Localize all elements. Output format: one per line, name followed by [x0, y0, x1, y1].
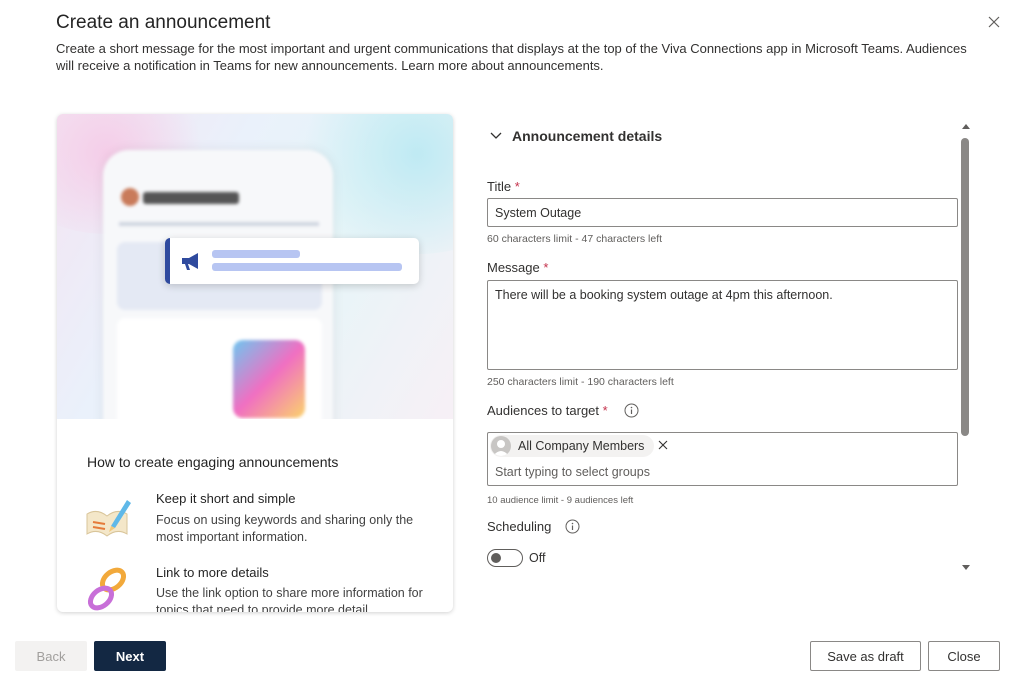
- audiences-label: Audiences to target *: [487, 403, 608, 418]
- tip-title: Keep it short and simple: [156, 491, 296, 506]
- pencil-notepad-icon: [86, 500, 131, 537]
- title-label: Title *: [487, 179, 520, 194]
- learn-more-link[interactable]: Learn more about announcements.: [401, 58, 603, 73]
- group-avatar-icon: [491, 436, 511, 456]
- audiences-label-text: Audiences to target: [487, 403, 600, 418]
- hero-illustration: [57, 114, 453, 419]
- message-hint: 250 characters limit - 190 characters le…: [487, 376, 674, 388]
- phone-mockup: [103, 150, 333, 419]
- audience-hint: 10 audience limit - 9 audiences left: [487, 495, 634, 506]
- audience-search-input[interactable]: Start typing to select groups: [495, 465, 650, 479]
- toggle-knob: [491, 553, 501, 563]
- tip-body: Focus on using keywords and sharing only…: [156, 513, 414, 544]
- required-marker: *: [543, 260, 549, 275]
- info-icon[interactable]: [565, 519, 580, 534]
- scheduling-label: Scheduling: [487, 519, 552, 534]
- message-textarea[interactable]: There will be a booking system outage at…: [487, 280, 958, 370]
- next-button[interactable]: Next: [94, 641, 166, 671]
- chevron-down-icon[interactable]: [490, 132, 502, 140]
- scroll-thumb[interactable]: [961, 138, 969, 436]
- form-scrollbar[interactable]: [959, 120, 973, 578]
- megaphone-icon: [182, 253, 198, 270]
- audience-pill: All Company Members: [490, 435, 668, 457]
- info-icon[interactable]: [624, 403, 639, 418]
- save-as-draft-button[interactable]: Save as draft: [810, 641, 921, 671]
- tips-card: How to create engaging announcements Kee…: [57, 114, 453, 612]
- announcement-preview: [165, 238, 419, 284]
- audience-pill-label: All Company Members: [518, 439, 645, 453]
- tips-heading: How to create engaging announcements: [87, 454, 339, 470]
- announcement-form: Announcement details Title * 60 characte…: [470, 114, 975, 584]
- tip-title: Link to more details: [156, 565, 269, 580]
- back-button[interactable]: Back: [15, 641, 87, 671]
- title-input[interactable]: [487, 198, 958, 227]
- required-marker: *: [514, 179, 520, 194]
- close-icon[interactable]: [986, 14, 1002, 30]
- close-button[interactable]: Close: [928, 641, 1000, 671]
- message-label: Message *: [487, 260, 548, 275]
- dialog-description: Create a short message for the most impo…: [56, 40, 971, 74]
- required-marker: *: [602, 403, 608, 418]
- chain-link-icon: [87, 567, 127, 611]
- message-label-text: Message: [487, 260, 540, 275]
- section-header-announcement-details[interactable]: Announcement details: [512, 128, 662, 144]
- scheduling-toggle-label: Off: [529, 551, 546, 565]
- title-label-text: Title: [487, 179, 512, 194]
- title-hint: 60 characters limit - 47 characters left: [487, 233, 663, 245]
- scroll-up-icon[interactable]: [961, 122, 971, 130]
- dialog-title: Create an announcement: [56, 12, 271, 33]
- audience-picker[interactable]: All Company Members Start typing to sele…: [487, 432, 958, 486]
- scroll-down-icon[interactable]: [961, 564, 971, 572]
- remove-audience-icon[interactable]: [658, 440, 668, 450]
- scheduling-toggle[interactable]: [487, 549, 523, 567]
- tip-body: Use the link option to share more inform…: [156, 586, 423, 612]
